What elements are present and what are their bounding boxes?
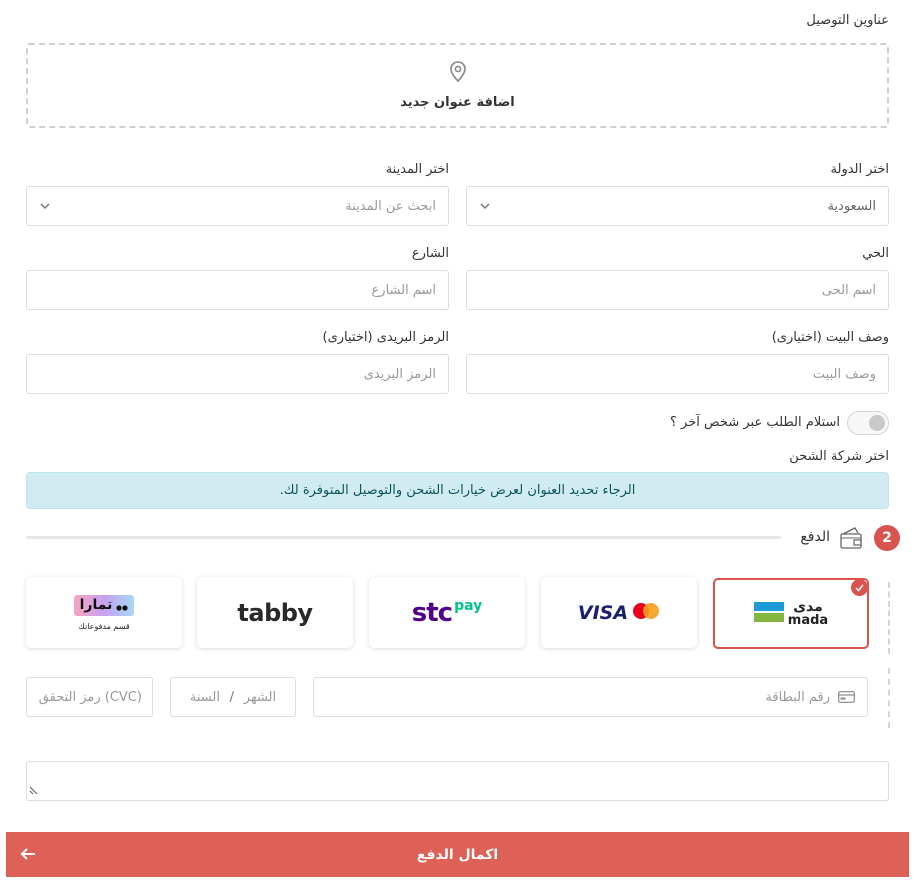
mada-stripes-icon <box>753 600 784 628</box>
chevron-down-icon <box>39 200 51 216</box>
district-label: الحي <box>862 246 889 261</box>
mada-arabic-label: مدى <box>793 598 823 615</box>
notes-textarea[interactable] <box>26 761 889 801</box>
house-description-input[interactable] <box>466 354 889 394</box>
tamara-logo: تمارا <box>73 594 135 616</box>
check-icon <box>851 579 868 596</box>
card-number-input[interactable] <box>313 677 868 717</box>
credit-card-icon <box>838 691 855 703</box>
resize-handle-icon[interactable] <box>29 780 38 799</box>
expiry-month-placeholder[interactable]: الشهر <box>244 690 276 705</box>
visa-logo: VISA <box>577 601 629 624</box>
complete-payment-label: اكمال الدفع <box>416 846 499 863</box>
step-connector-lower <box>888 668 890 728</box>
add-address-button[interactable]: اضافة عنوان جديد <box>26 43 889 128</box>
mastercard-icon <box>632 602 660 624</box>
shipping-notice: الرجاء تحديد العنوان لعرض خيارات الشحن و… <box>26 472 889 509</box>
arrow-left-icon <box>20 846 36 866</box>
stc-pay-label: pay <box>454 597 483 614</box>
postal-code-label: الرمز البريدى (اختيارى) <box>322 330 449 345</box>
country-select[interactable]: السعودية <box>466 186 889 226</box>
district-field[interactable] <box>479 282 876 298</box>
tamara-subtitle: قسم مدفوعاتك <box>78 621 130 631</box>
chevron-down-icon <box>479 200 491 216</box>
house-description-field[interactable] <box>479 366 876 382</box>
step-divider <box>26 536 781 539</box>
city-search-placeholder: ابحث عن المدينة <box>345 198 436 214</box>
payment-step-title: الدفع <box>800 529 830 545</box>
country-selected-value: السعودية <box>827 198 876 214</box>
postal-code-field[interactable] <box>39 366 436 382</box>
other-person-toggle[interactable] <box>847 411 889 435</box>
payment-method-visa-mastercard[interactable]: VISA <box>541 577 697 648</box>
tamara-logo-text: تمارا <box>79 597 113 613</box>
district-input[interactable] <box>466 270 889 310</box>
tamara-dots-icon <box>116 596 128 615</box>
stc-logo: stc <box>411 597 453 628</box>
house-description-label: وصف البيت (اختيارى) <box>771 330 889 345</box>
delivery-addresses-title: عناوين التوصيل <box>806 13 889 28</box>
city-label: اختر المدينة <box>385 162 449 177</box>
shipping-company-title: اختر شركة الشحن <box>789 449 889 464</box>
street-label: الشارع <box>411 246 449 261</box>
postal-code-input[interactable] <box>26 354 449 394</box>
payment-method-tamara[interactable]: تمارا قسم مدفوعاتك <box>26 577 182 648</box>
street-input[interactable] <box>26 270 449 310</box>
location-pin-icon <box>449 61 467 95</box>
complete-payment-button[interactable]: اكمال الدفع <box>6 832 909 877</box>
city-select[interactable]: ابحث عن المدينة <box>26 186 449 226</box>
expiry-separator: / <box>229 689 235 705</box>
tabby-logo: tabby <box>237 598 313 627</box>
cvc-field[interactable] <box>37 689 142 705</box>
expiry-input[interactable]: الشهر / السنة <box>170 677 296 717</box>
toggle-knob <box>869 415 885 431</box>
payment-method-tabby[interactable]: tabby <box>197 577 353 648</box>
card-number-field[interactable] <box>326 689 830 705</box>
payment-method-mada[interactable]: مدى mada <box>713 578 869 649</box>
step-number-badge: 2 <box>874 525 900 551</box>
expiry-year-placeholder[interactable]: السنة <box>190 690 220 705</box>
add-address-label: اضافة عنوان جديد <box>400 95 515 110</box>
other-person-toggle-label: استلام الطلب عبر شخص آخر ؟ <box>670 415 840 430</box>
street-field[interactable] <box>39 282 436 298</box>
country-label: اختر الدولة <box>830 162 889 177</box>
cvc-input[interactable] <box>26 677 153 717</box>
step-connector <box>888 582 890 654</box>
wallet-icon <box>838 525 864 555</box>
shipping-notice-text: الرجاء تحديد العنوان لعرض خيارات الشحن و… <box>279 483 636 498</box>
payment-method-stcpay[interactable]: stc pay <box>369 577 525 648</box>
mada-english-label: mada <box>787 612 829 628</box>
